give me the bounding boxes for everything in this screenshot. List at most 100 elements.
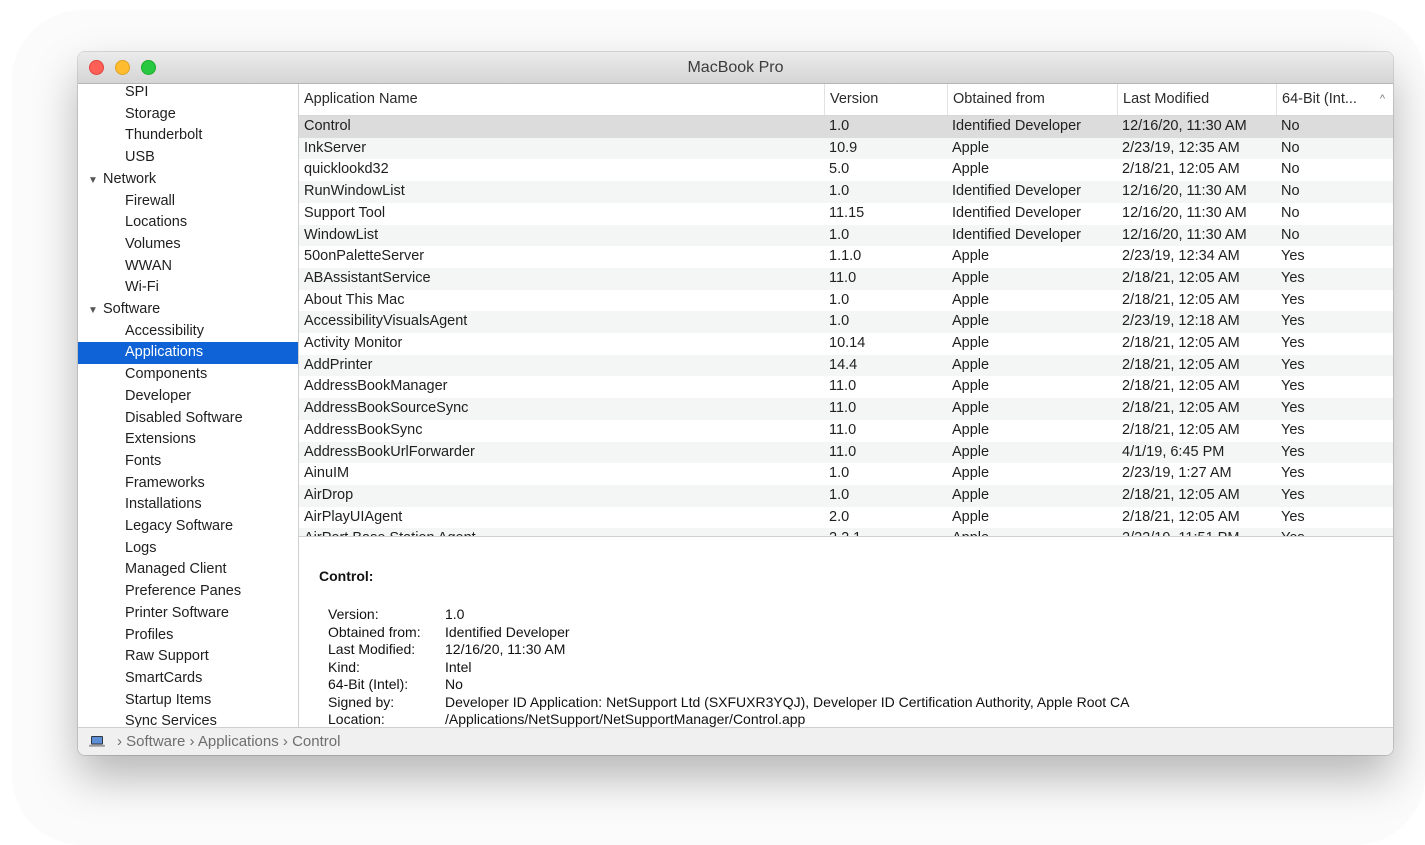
table-row[interactable]: About This Mac 1.0 Apple 2/18/21, 12:05 AM Y… xyxy=(299,290,1393,312)
table-row[interactable]: AinuIM 1.0 Apple 2/23/19, 1:27 AM Yes xyxy=(299,463,1393,485)
cell-version: 1.0 xyxy=(829,291,850,308)
table-row[interactable]: 50onPaletteServer 1.1.0 Apple 2/23/19, 12:3… xyxy=(299,246,1393,268)
sidebar-item-locations[interactable]: Locations xyxy=(78,212,298,234)
path-bar-text[interactable]: › Software › Applications › Control xyxy=(117,728,340,755)
sidebar-item-network[interactable]: ▼ Network xyxy=(78,169,298,191)
sidebar-item-label: Preference Panes xyxy=(125,583,242,600)
detail-property-label: Signed by: xyxy=(328,693,395,710)
sidebar-item-profiles[interactable]: Profiles xyxy=(78,625,298,647)
detail-property-value: 12/16/20, 11:30 AM xyxy=(445,641,566,657)
table-row[interactable]: AirDrop 1.0 Apple 2/18/21, 12:05 AM Yes xyxy=(299,484,1393,507)
sidebar-item-logs[interactable]: Logs xyxy=(78,538,298,560)
sidebar-item-label: Legacy Software xyxy=(125,518,234,534)
sidebar-item-volumes[interactable]: Volumes xyxy=(78,234,298,256)
table-row[interactable]: AddPrinter 14.4 Apple 2/18/21, 12:05 AM Yes xyxy=(299,354,1393,377)
cell-last-modified: 2/18/21, 12:05 AM xyxy=(1122,161,1240,178)
system-information-window: MacBook Pro SPI Storage Thunderbolt USB ▼ Net… xyxy=(78,52,1393,755)
cell-version: 14.4 xyxy=(829,356,858,373)
sidebar-item-fonts[interactable]: Fonts xyxy=(78,451,298,473)
disclosure-triangle-icon[interactable]: ▼ xyxy=(88,300,103,322)
cell-last-modified: 2/23/19, 12:34 AM xyxy=(1122,248,1240,265)
table-row[interactable]: AddressBookSync 11.0 Apple 2/18/21, 12:05 A… xyxy=(299,420,1393,442)
sidebar-item-label: WWAN xyxy=(125,257,172,274)
detail-property-value: No xyxy=(445,676,463,692)
table-row[interactable]: Support Tool 11.15 Identified Developer 12/… xyxy=(299,203,1393,225)
sidebar-item-accessibility[interactable]: Accessibility xyxy=(78,321,298,343)
disclosure-triangle-icon[interactable]: ▼ xyxy=(88,170,103,192)
applications-table[interactable]: Control 1.0 Identified Developer 12/16/20, … xyxy=(299,116,1393,537)
sidebar-item-smartcards[interactable]: SmartCards xyxy=(78,668,298,690)
sidebar-item-wwan[interactable]: WWAN xyxy=(78,256,298,278)
cell-obtained-from: Apple xyxy=(952,291,990,308)
cell-64-bit: Yes xyxy=(1281,335,1305,351)
sidebar-item-firewall[interactable]: Firewall xyxy=(78,191,298,213)
cell-version: 11.15 xyxy=(829,204,865,221)
sidebar-item-raw-support[interactable]: Raw Support xyxy=(78,646,298,668)
path-bar: › Software › Applications › Control xyxy=(78,727,1393,755)
table-row[interactable]: AddressBookUrlForwarder 11.0 Apple 4/1/19, … xyxy=(299,441,1393,464)
cell-version: 5.0 xyxy=(829,161,850,178)
sidebar-item-spi[interactable]: SPI xyxy=(78,84,298,104)
sidebar-item-label: Printer Software xyxy=(125,604,229,621)
cell-version: 10.9 xyxy=(829,139,858,156)
table-row[interactable]: InkServer 10.9 Apple 2/23/19, 12:35 AM No xyxy=(299,137,1393,160)
sidebar-item-label: SPI xyxy=(125,84,149,100)
table-row[interactable]: AirPort Base Station Agent 2.2.1 Apple 2/22… xyxy=(299,528,1393,536)
sidebar-item-frameworks[interactable]: Frameworks xyxy=(78,473,298,495)
sidebar-item-developer[interactable]: Developer xyxy=(78,386,298,408)
table-row[interactable]: AddressBookSourceSync 11.0 Apple 2/18/21, 1… xyxy=(299,398,1393,420)
cell-application-name: Control xyxy=(304,118,351,134)
sidebar-item-installations[interactable]: Installations xyxy=(78,494,298,516)
detail-property-value: Intel xyxy=(445,658,472,675)
table-row[interactable]: AirPlayUIAgent 2.0 Apple 2/18/21, 12:05 AM Y… xyxy=(299,507,1393,529)
column-header-application-name[interactable]: Application Name xyxy=(299,84,824,115)
sidebar-item-legacy-software[interactable]: Legacy Software xyxy=(78,516,298,538)
table-row[interactable]: quicklookd32 5.0 Apple 2/18/21, 12:05 AM No xyxy=(299,159,1393,181)
sidebar-item-startup-items[interactable]: Startup Items xyxy=(78,690,298,712)
cell-application-name: AirPort Base Station Agent xyxy=(304,528,819,536)
cell-application-name: About This Mac xyxy=(304,291,405,308)
cell-application-name: ABAssistantService xyxy=(304,269,431,286)
sidebar-item-components[interactable]: Components xyxy=(78,364,298,386)
table-row[interactable]: WindowList 1.0 Identified Developer 12/16/2… xyxy=(299,224,1393,247)
sidebar-item-label: Thunderbolt xyxy=(125,127,203,144)
sidebar-item-managed-client[interactable]: Managed Client xyxy=(78,559,298,581)
cell-obtained-from: Apple xyxy=(952,313,990,330)
sidebar-item-label: Managed Client xyxy=(125,561,227,578)
cell-64-bit: Yes xyxy=(1281,248,1305,265)
table-row[interactable]: AccessibilityVisualsAgent 1.0 Apple 2/23/19… xyxy=(299,311,1393,333)
sidebar-item-label: Extensions xyxy=(125,431,196,448)
sidebar-item-thunderbolt[interactable]: Thunderbolt xyxy=(78,125,298,147)
table-row[interactable]: Control 1.0 Identified Developer 12/16/20, … xyxy=(299,116,1393,138)
table-row[interactable]: RunWindowList 1.0 Identified Developer 12/1… xyxy=(299,181,1393,203)
column-header-last-modified[interactable]: Last Modified xyxy=(1117,84,1276,115)
sidebar-item-usb[interactable]: USB xyxy=(78,147,298,169)
cell-application-name: AddressBookUrlForwarder xyxy=(304,443,475,460)
sidebar-item-software[interactable]: ▼ Software xyxy=(78,299,298,321)
cell-64-bit: No xyxy=(1281,118,1300,134)
sidebar-item-storage[interactable]: Storage xyxy=(78,104,298,126)
cell-64-bit: Yes xyxy=(1281,313,1305,330)
sidebar-item-sync-services[interactable]: Sync Services xyxy=(78,711,298,727)
sidebar-item-printer-software[interactable]: Printer Software xyxy=(78,603,298,625)
column-header-version[interactable]: Version xyxy=(824,84,947,115)
table-row[interactable]: Activity Monitor 10.14 Apple 2/18/21, 12:05… xyxy=(299,333,1393,355)
column-header-64-bit[interactable]: 64-Bit (Int... ^ xyxy=(1276,84,1393,115)
table-row[interactable]: AddressBookManager 11.0 Apple 2/18/21, 12:0… xyxy=(299,376,1393,398)
cell-obtained-from: Identified Developer xyxy=(952,226,1081,243)
sidebar-item-preference-panes[interactable]: Preference Panes xyxy=(78,581,298,603)
detail-property-label: 64-Bit (Intel): xyxy=(328,676,409,692)
cell-version: 11.0 xyxy=(829,269,857,286)
cell-obtained-from: Apple xyxy=(952,356,990,373)
sidebar-item-disabled-software[interactable]: Disabled Software xyxy=(78,408,298,430)
sidebar-item-wi-fi[interactable]: Wi-Fi xyxy=(78,277,298,299)
table-row[interactable]: ABAssistantService 11.0 Apple 2/18/21, 12:0… xyxy=(299,267,1393,290)
sidebar-item-extensions[interactable]: Extensions xyxy=(78,429,298,451)
sidebar-item-label: Logs xyxy=(125,539,157,556)
sidebar[interactable]: SPI Storage Thunderbolt USB ▼ Network Firewall… xyxy=(78,84,299,727)
sidebar-item-label: Frameworks xyxy=(125,474,205,491)
column-header-obtained-from[interactable]: Obtained from xyxy=(947,84,1117,115)
cell-version: 11.0 xyxy=(829,400,857,417)
sidebar-item-applications[interactable]: Applications xyxy=(78,342,298,365)
detail-property-label: Version: xyxy=(328,606,379,622)
